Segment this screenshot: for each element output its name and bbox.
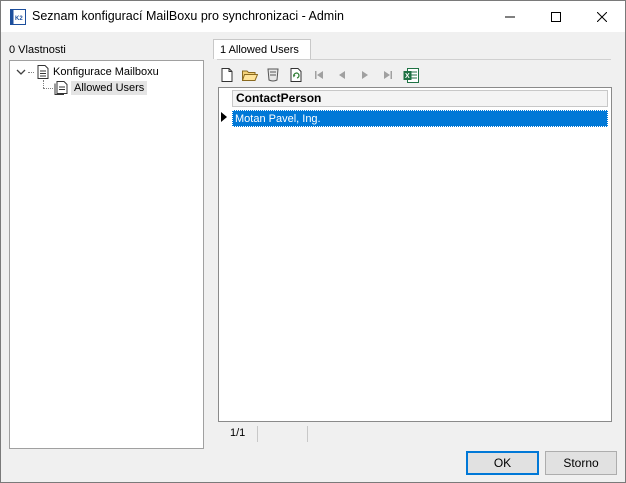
open-button[interactable] (242, 67, 258, 83)
next-record-icon (362, 71, 368, 79)
title-bar[interactable]: K2 Seznam konfigurací MailBoxu pro synch… (1, 1, 625, 32)
excel-export-button[interactable]: X (403, 67, 419, 83)
next-record-button[interactable] (357, 67, 373, 83)
excel-export-icon: X (403, 67, 419, 83)
new-icon (221, 68, 233, 82)
first-record-button[interactable] (311, 67, 327, 83)
tab-allowed-users[interactable]: 1 Allowed Users (213, 39, 311, 59)
status-bar: 1/1 (218, 424, 610, 443)
app-icon: K2 (10, 9, 26, 25)
previous-record-button[interactable] (334, 67, 350, 83)
record-position: 1/1 (230, 427, 246, 439)
table-row[interactable]: Motan Pavel, Ing. (232, 110, 608, 127)
first-record-icon (315, 71, 323, 79)
document-icon (37, 65, 49, 79)
tree-panel[interactable]: Konfigurace Mailboxu Allowed Users (9, 60, 204, 449)
refresh-button[interactable] (288, 67, 304, 83)
refresh-icon (290, 68, 302, 82)
tree-node-allowed-users[interactable]: Allowed Users (48, 80, 148, 96)
tree-root-label: Konfigurace Mailboxu (53, 66, 159, 78)
filter-button[interactable] (265, 67, 281, 83)
tree-child-label: Allowed Users (71, 81, 148, 95)
dialog-window: K2 Seznam konfigurací MailBoxu pro synch… (0, 0, 626, 483)
maximize-icon (551, 11, 561, 22)
cancel-button[interactable]: Storno (545, 451, 617, 475)
close-button[interactable] (579, 1, 625, 32)
data-grid[interactable]: ContactPerson Motan Pavel, Ing. (218, 87, 612, 422)
window-title: Seznam konfigurací MailBoxu pro synchron… (32, 9, 344, 23)
chevron-down-icon[interactable] (16, 67, 26, 77)
ok-button[interactable]: OK (466, 451, 539, 475)
minimize-icon (505, 16, 515, 17)
open-folder-icon (242, 70, 258, 81)
svg-text:X: X (405, 73, 410, 80)
previous-record-icon (339, 71, 345, 79)
row-indicator-icon (221, 112, 227, 122)
documents-icon (54, 81, 68, 95)
tree-node-root[interactable]: Konfigurace Mailboxu (16, 64, 159, 80)
last-record-button[interactable] (380, 67, 396, 83)
properties-label: 0 Vlastnosti (9, 44, 66, 56)
svg-text:K2: K2 (15, 16, 23, 22)
minimize-button[interactable] (487, 1, 533, 32)
column-header-contactperson[interactable]: ContactPerson (232, 90, 608, 107)
close-icon (597, 11, 607, 22)
filter-icon (267, 68, 279, 82)
last-record-icon (384, 71, 392, 79)
toolbar: X (219, 65, 426, 85)
maximize-button[interactable] (533, 1, 579, 32)
new-button[interactable] (219, 67, 235, 83)
